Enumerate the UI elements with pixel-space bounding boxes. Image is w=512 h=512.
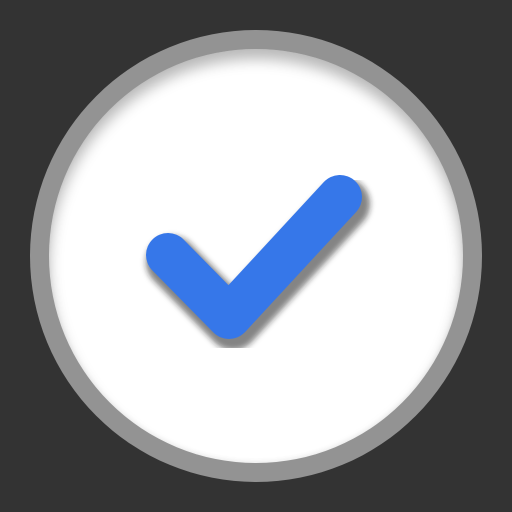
checkmark-shape: [146, 175, 362, 339]
app-icon: [0, 0, 512, 512]
checkmark-icon: [146, 175, 370, 350]
